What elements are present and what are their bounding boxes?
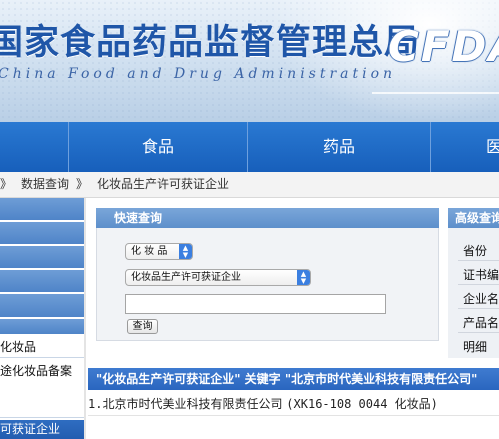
sidebar-item-cosmetics[interactable]: 化妆品	[0, 336, 84, 358]
result-company-name[interactable]: 北京市时代美业科技有限责任公司	[102, 397, 282, 411]
agency-name-cn: 国家食品药品监督管理总局	[0, 22, 421, 63]
select-arrows-icon: ▲ ▼	[297, 270, 310, 285]
advanced-query-title: 高级查询	[448, 208, 499, 228]
sidebar-item-licensed-enterprises[interactable]: 可获证企业	[0, 420, 84, 439]
breadcrumb-separator: 》	[0, 177, 13, 191]
breadcrumb-data-query[interactable]: 数据查询	[21, 172, 69, 196]
cfda-logo: CFDA	[388, 22, 499, 71]
sidebar-item-cosmetics-filing[interactable]: 途化妆品备案	[0, 358, 84, 418]
category-select-value: 化 妆 品	[131, 246, 168, 257]
divider	[458, 260, 499, 261]
sidebar-item[interactable]	[0, 246, 84, 269]
sidebar-item[interactable]	[0, 319, 84, 335]
divider	[458, 284, 499, 285]
select-arrows-icon: ▲ ▼	[179, 244, 192, 259]
divider	[458, 308, 499, 309]
advanced-field-province[interactable]: 省份	[463, 242, 487, 259]
sidebar-item[interactable]	[0, 270, 84, 293]
site-banner: 国家食品药品监督管理总局 China Food and Drug Adminis…	[0, 0, 499, 122]
advanced-field-cert-number[interactable]: 证书编号	[463, 266, 499, 283]
divider	[458, 332, 499, 333]
breadcrumb-current: 化妆品生产许可获证企业	[97, 177, 230, 191]
agency-name-en: China Food and Drug Administration	[0, 66, 397, 82]
advanced-query-panel: 省份 证书编号 企业名称 产品名称 明细	[448, 228, 499, 358]
quick-query-title: 快速查询	[96, 208, 439, 228]
result-index: 1.	[88, 397, 103, 411]
sidebar-border	[84, 198, 86, 439]
dataset-select[interactable]: 化妆品生产许可获证企业 ▲ ▼	[125, 269, 311, 286]
query-button[interactable]: 查询	[127, 319, 158, 334]
breadcrumb: 》 数据查询 》 化妆品生产许可获证企业	[0, 172, 499, 198]
nav-item-drugs[interactable]: 药品	[248, 122, 430, 172]
advanced-field-company-name[interactable]: 企业名称	[463, 290, 499, 307]
sidebar-item[interactable]	[0, 198, 84, 221]
breadcrumb-separator: 》	[76, 177, 89, 191]
advanced-field-detail[interactable]: 明细	[463, 338, 487, 355]
nav-item-food[interactable]: 食品	[69, 122, 247, 172]
nav-item-medical[interactable]: 医	[431, 122, 499, 172]
advanced-field-product-name[interactable]: 产品名称	[463, 314, 499, 331]
category-select[interactable]: 化 妆 品 ▲ ▼	[125, 243, 193, 260]
sidebar-item[interactable]	[0, 222, 84, 245]
dataset-select-value: 化妆品生产许可获证企业	[131, 272, 241, 283]
results-header: "化妆品生产许可获证企业" 关键字 "北京市时代美业科技有限责任公司"	[88, 368, 499, 390]
sidebar-item[interactable]	[0, 294, 84, 318]
result-detail: (XK16-108 0044 化妆品)	[286, 397, 438, 411]
result-row[interactable]: 1.北京市时代美业科技有限责任公司 (XK16-108 0044 化妆品)	[88, 392, 499, 416]
sidebar: 化妆品 途化妆品备案 可获证企业	[0, 198, 86, 439]
main-nav: 食品 药品 医	[0, 122, 499, 172]
keyword-input[interactable]	[125, 294, 386, 314]
logo-underline	[372, 92, 499, 94]
